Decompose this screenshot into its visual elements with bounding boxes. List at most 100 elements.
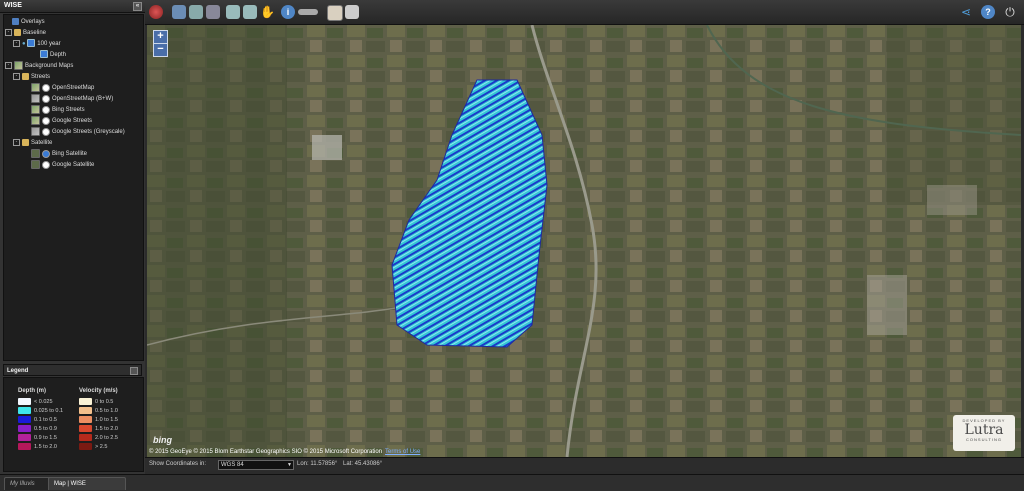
collapse-toggle-icon[interactable]: - (13, 39, 20, 47)
zoom-extent-icon[interactable] (172, 5, 186, 19)
tree-satellite[interactable]: - Satellite (13, 138, 52, 148)
basemap-option[interactable]: Google Satellite (31, 160, 94, 170)
collapse-toggle-icon[interactable]: - (13, 72, 20, 80)
legend-label: 0.9 to 1.5 (34, 435, 57, 441)
basemap-option[interactable]: Google Streets (31, 116, 92, 126)
tree-overlays[interactable]: Overlays (12, 17, 45, 27)
velocity-legend-item: 1.5 to 2.0 (79, 425, 118, 434)
share-icon[interactable]: ⋖ (959, 5, 973, 19)
map-toolbar: ✋ i ⋖ ? ⏻ (145, 0, 1024, 25)
collapse-panel-button[interactable]: « (133, 2, 142, 11)
radio-selected-icon[interactable] (42, 149, 50, 158)
tree-100-year[interactable]: - ● 100 year (13, 39, 61, 49)
depth-legend: Depth (m) < 0.025 0.025 to 0.1 0.1 to 0.5 0… (18, 388, 64, 451)
legend-label: 2.0 to 2.5 (95, 435, 118, 441)
velocity-legend-item: 1.0 to 1.5 (79, 416, 118, 425)
basemap-option[interactable]: OpenStreetMap (31, 83, 94, 93)
tree-streets[interactable]: - Streets (13, 72, 50, 82)
tree-baseline[interactable]: - Baseline (5, 28, 46, 38)
legend: Depth (m) < 0.025 0.025 to 0.1 0.1 to 0.5 0… (3, 377, 144, 472)
color-swatch (18, 434, 31, 442)
app-title: WISE (4, 2, 22, 9)
panel-header: WISE « (0, 0, 145, 13)
legend-header[interactable]: Legend (3, 364, 142, 376)
power-icon[interactable]: ⏻ (1003, 5, 1017, 19)
legend-label: 0.025 to 0.1 (34, 408, 64, 414)
velocity-legend-item: 2.0 to 2.5 (79, 434, 118, 443)
checkbox-icon[interactable] (27, 39, 36, 48)
print-icon[interactable] (345, 5, 359, 19)
map-icon (14, 61, 23, 70)
zoom-previous-icon[interactable] (189, 5, 203, 19)
zoom-out-button[interactable]: − (153, 43, 168, 57)
radio-icon[interactable] (42, 116, 50, 125)
info-icon[interactable]: i (281, 5, 295, 19)
coordinate-system-select[interactable]: WGS 84 ▼ (218, 460, 294, 470)
zoom-in-icon[interactable] (226, 5, 240, 19)
color-swatch (18, 398, 31, 406)
zoom-in-button[interactable]: + (153, 30, 168, 44)
legend-label: < 0.025 (34, 399, 53, 405)
coordinates-label: Show Coordinates in: (149, 461, 207, 467)
collapse-toggle-icon[interactable]: - (5, 28, 12, 36)
basemap-option[interactable]: Google Streets (Greyscale) (31, 127, 125, 137)
color-swatch (18, 443, 31, 451)
help-icon[interactable]: ? (981, 5, 995, 19)
zoom-out-icon[interactable] (243, 5, 257, 19)
tree-background-maps[interactable]: - Background Maps (5, 61, 73, 71)
terms-of-use-link[interactable]: Terms of Use (385, 449, 420, 455)
legend-label: 1.5 to 2.0 (34, 444, 57, 450)
velocity-legend-item: 0.5 to 1.0 (79, 407, 118, 416)
color-swatch (18, 425, 31, 433)
collapse-toggle-icon[interactable]: - (5, 62, 12, 69)
layer-tree: Overlays - Baseline - ● 100 year Depth - Ba… (3, 14, 144, 361)
map-attribution: © 2015 GeoEye © 2015 Blom Earthstar Geog… (149, 449, 421, 455)
map-thumbnail-icon (31, 94, 40, 103)
color-swatch (79, 443, 92, 451)
depth-legend-item: 0.1 to 0.5 (18, 416, 63, 425)
collapse-toggle-icon[interactable]: - (13, 138, 20, 146)
legend-label: > 2.5 (95, 444, 108, 450)
tab-map-wise[interactable]: Map | WISE (48, 477, 126, 490)
home-icon[interactable] (149, 5, 163, 19)
collapse-legend-button[interactable] (130, 367, 138, 375)
coordinate-bar: Show Coordinates in: WGS 84 ▼ Lon: 11.578… (145, 457, 1024, 471)
map-thumbnail-icon (31, 105, 40, 114)
radio-icon[interactable] (42, 127, 50, 136)
legend-label: 1.0 to 1.5 (95, 417, 118, 423)
radio-icon[interactable] (42, 83, 50, 92)
basemap-option[interactable]: Bing Streets (31, 105, 85, 115)
basemap-option[interactable]: OpenStreetMap (B+W) (31, 94, 113, 104)
basemap-option[interactable]: Bing Satellite (31, 149, 87, 159)
image-export-icon[interactable] (327, 5, 343, 21)
measure-icon[interactable] (298, 9, 318, 15)
longitude-readout: Lon: 11.57856° (297, 461, 338, 467)
checkbox-icon[interactable] (40, 50, 48, 59)
zoom-next-icon[interactable] (206, 5, 220, 19)
pan-hand-icon[interactable]: ✋ (260, 5, 275, 19)
legend-label: 0.5 to 1.0 (95, 408, 118, 414)
map-thumbnail-icon (31, 127, 40, 136)
map-thumbnail-icon (31, 160, 40, 169)
droplet-icon: ● (22, 41, 26, 47)
latitude-readout: Lat: 45.43086° (343, 461, 383, 467)
radio-icon[interactable] (42, 160, 50, 169)
velocity-legend-item: 0 to 0.5 (79, 398, 118, 407)
radio-icon[interactable] (42, 94, 50, 103)
depth-legend-item: 0.9 to 1.5 (18, 434, 63, 443)
overlays-icon (12, 17, 19, 25)
map-view[interactable]: + − bing © 2015 GeoEye © 2015 Blom Earth… (147, 25, 1021, 457)
lutra-logo[interactable]: DEVELOPED BY Lutra CONSULTING (953, 415, 1015, 451)
folder-icon (22, 72, 29, 80)
layers-panel: WISE « Overlays - Baseline - ● 100 year De… (0, 0, 145, 474)
tree-depth[interactable]: Depth (40, 50, 66, 60)
depth-legend-item: 0.5 to 0.9 (18, 425, 63, 434)
color-swatch (18, 407, 31, 415)
map-thumbnail-icon (31, 116, 40, 125)
color-swatch (79, 398, 92, 406)
color-swatch (79, 425, 92, 433)
depth-legend-item: 0.025 to 0.1 (18, 407, 63, 416)
radio-icon[interactable] (42, 105, 50, 114)
bottom-tab-bar: My Illuvis Map | WISE (0, 474, 1024, 491)
legend-label: 1.5 to 2.0 (95, 426, 118, 432)
